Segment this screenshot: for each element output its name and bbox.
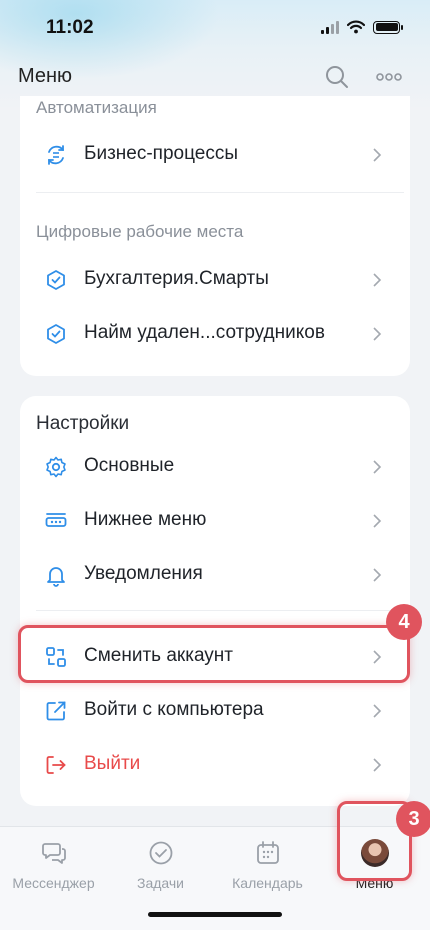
chat-icon	[41, 843, 66, 864]
menu-item-label: Нижнее меню	[84, 509, 207, 530]
app-header: Меню	[0, 56, 430, 96]
menu-item-label: Войти с компьютера	[84, 699, 264, 720]
tab-label: Задачи	[136, 875, 184, 891]
home-indicator	[148, 912, 282, 917]
section-label-automation: Автоматизация	[36, 98, 157, 117]
chevron-right-icon	[373, 327, 382, 341]
search-icon[interactable]	[324, 64, 350, 90]
chevron-right-icon	[373, 704, 382, 718]
menu-item-notifications[interactable]: Уведомления	[20, 548, 410, 602]
gear-icon	[46, 456, 66, 478]
step-badge-3: 3	[396, 801, 430, 837]
highlight-switch-account	[18, 625, 410, 683]
chevron-right-icon	[373, 273, 382, 287]
menu-item-login-computer[interactable]: Войти с компьютера	[20, 684, 410, 738]
step-badge-4: 4	[386, 604, 422, 640]
menu-item-label: Бухгалтерия.Смарты	[84, 268, 269, 289]
automation-card: Автоматизация Бизнес-процессы Цифровые р…	[20, 96, 410, 376]
bell-icon	[47, 567, 65, 587]
tab-label: Мессенджер	[12, 875, 95, 891]
status-icons	[321, 20, 403, 34]
hexagon-check-icon	[47, 324, 65, 344]
tab-messenger[interactable]: Мессенджер	[0, 827, 107, 930]
status-time: 11:02	[46, 17, 94, 38]
status-bar: 11:02	[0, 0, 430, 56]
chevron-right-icon	[373, 758, 382, 772]
chevron-right-icon	[373, 460, 382, 474]
menu-item-general[interactable]: Основные	[20, 440, 410, 494]
section-label-settings: Настройки	[36, 413, 130, 434]
menu-item-remote-hiring[interactable]: Найм удален...сотрудников	[20, 307, 410, 361]
divider	[36, 610, 404, 611]
external-link-icon	[46, 701, 66, 721]
menu-item-logout[interactable]: Выйти	[20, 738, 410, 792]
menu-item-bottom-menu[interactable]: Нижнее меню	[20, 494, 410, 548]
chevron-right-icon	[373, 148, 382, 162]
wifi-icon	[347, 20, 365, 34]
chevron-right-icon	[373, 568, 382, 582]
hexagon-check-icon	[47, 270, 65, 290]
more-icon[interactable]	[374, 64, 404, 90]
calendar-icon	[256, 841, 279, 864]
bottom-menu-icon	[45, 513, 67, 527]
section-label-workplaces: Цифровые рабочие места	[36, 222, 244, 241]
menu-item-label: Выйти	[84, 753, 141, 774]
menu-item-label: Уведомления	[84, 563, 203, 584]
business-process-icon	[48, 145, 64, 165]
chevron-right-icon	[373, 514, 382, 528]
tab-label: Календарь	[232, 875, 303, 891]
signal-icon	[321, 20, 339, 34]
menu-item-label: Найм удален...сотрудников	[84, 322, 325, 343]
logout-icon	[46, 756, 66, 774]
menu-item-label: Основные	[84, 455, 175, 476]
menu-item-label: Бизнес-процессы	[84, 143, 238, 164]
battery-icon	[373, 20, 403, 34]
settings-card: Настройки Основные Нижнее меню Уведомлен…	[20, 396, 410, 806]
menu-item-accounting-smarts[interactable]: Бухгалтерия.Смарты	[20, 253, 410, 307]
page-title: Меню	[18, 65, 73, 87]
menu-item-business-processes[interactable]: Бизнес-процессы	[20, 128, 410, 182]
check-circle-icon	[149, 841, 172, 865]
divider	[36, 192, 404, 193]
